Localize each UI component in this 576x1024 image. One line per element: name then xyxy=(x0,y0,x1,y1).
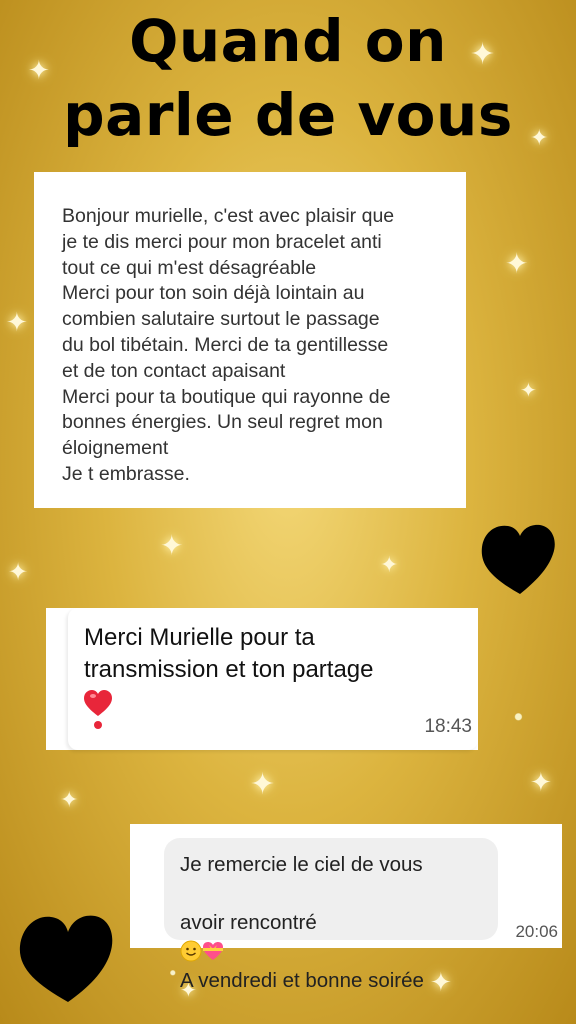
sparkle-icon: ✦ xyxy=(520,378,537,402)
reply-message-line-2: transmission et ton partage xyxy=(84,656,374,683)
reply-message-card: Merci Murielle pour ta transmission et t… xyxy=(46,608,478,750)
closing-message-line-3: A vendredi et bonne soirée xyxy=(180,969,424,992)
smiling-face-icon xyxy=(180,940,202,962)
sparkle-icon: ✦ xyxy=(8,558,29,586)
closing-message-bubble: Je remercie le ciel de vous avoir rencon… xyxy=(164,838,498,992)
sparkle-icon: ✦ xyxy=(60,788,79,813)
reply-message-bubble: Merci Murielle pour ta transmission et t… xyxy=(68,608,478,750)
sparkle-icon: ✦ xyxy=(505,247,529,280)
black-heart-icon xyxy=(481,524,555,594)
sparkle-icon: ✦ xyxy=(530,768,552,798)
page-title: Quand on parle de vous xyxy=(0,4,576,152)
title-line-2: parle de vous xyxy=(63,81,513,149)
testimonial-message-card: Bonjour murielle, c'est avec plaisir que… xyxy=(34,172,466,508)
closing-message-line-1: Je remercie le ciel de vous xyxy=(180,853,423,876)
heart-with-ribbon-icon xyxy=(203,942,223,960)
sparkle-icon: ✦ xyxy=(380,553,399,578)
closing-message-time: 20:06 xyxy=(515,922,558,941)
testimonial-message-text: Bonjour murielle, c'est avec plaisir que… xyxy=(62,205,395,485)
closing-message-line-2: avoir rencontré xyxy=(180,911,317,934)
black-heart-icon xyxy=(19,915,113,1002)
closing-message-card: Je remercie le ciel de vous avoir rencon… xyxy=(130,824,562,992)
sparkle-icon: ✦ xyxy=(160,529,184,562)
closing-message-line-2-row: avoir rencontré xyxy=(180,879,498,966)
sparkle-icon: ✦ xyxy=(250,767,276,802)
title-line-1: Quand on xyxy=(129,7,447,75)
reply-message-time: 18:43 xyxy=(424,716,472,737)
red-heart-exclamation-icon xyxy=(84,690,112,729)
reply-message-line-1: Merci Murielle pour ta xyxy=(84,624,315,651)
sparkle-icon: ✦ xyxy=(6,308,28,338)
